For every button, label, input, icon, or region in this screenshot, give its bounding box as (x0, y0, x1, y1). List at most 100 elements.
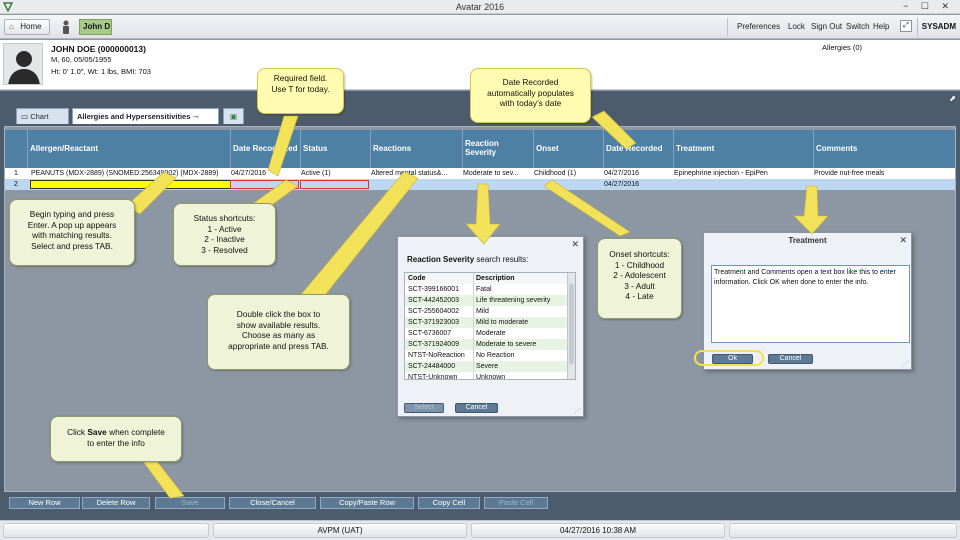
item-description: Severe (473, 361, 568, 372)
list-item[interactable]: SCT-255604002 Mild (405, 306, 568, 317)
save-button[interactable]: Save (155, 497, 225, 509)
item-description: Moderate to severe (473, 339, 568, 350)
item-code: SCT-371924009 (408, 341, 459, 348)
item-description: Mild to moderate (473, 317, 568, 328)
close-icon[interactable]: ✕ (571, 239, 579, 250)
scrollbar-thumb[interactable] (569, 284, 574, 364)
dialog-heading-rest: search results: (474, 255, 529, 264)
allergen-required-input[interactable] (30, 180, 231, 189)
cell-date-recognized[interactable]: 04/27/2016 (229, 168, 299, 179)
list-item[interactable]: SCT-6736007 Moderate (405, 328, 568, 339)
cell-severity[interactable]: Moderate to sev... (461, 168, 532, 179)
col-severity[interactable]: Reaction Severity (462, 130, 533, 168)
callout-onset-shortcuts: Onset shortcuts: 1 - Childhood 2 - Adole… (597, 238, 682, 319)
col-comments[interactable]: Comments (813, 130, 955, 168)
close-icon[interactable]: ✕ (899, 235, 907, 246)
callout-save: Click Save when complete to enter the in… (50, 416, 182, 462)
patient-vitals: Ht: 0' 1.0", Wt: 1 lbs, BMI: 703 (51, 67, 151, 76)
item-code: NTST-Unknown (408, 374, 458, 380)
item-code: NTST-NoReaction (408, 352, 465, 359)
window-controls[interactable]: − ☐ ✕ (903, 1, 954, 12)
item-code: SCT-399166001 (408, 286, 459, 293)
list-item[interactable]: SCT-371923003 Mild to moderate (405, 317, 568, 328)
col-treatment[interactable]: Treatment (673, 130, 813, 168)
results-scrollbar[interactable] (567, 273, 575, 379)
row-number: 1 (14, 170, 18, 177)
resize-grip-icon[interactable]: ⋰ (574, 407, 581, 415)
paste-cell-button[interactable]: Paste Cell (484, 497, 548, 509)
col-status[interactable]: Status (300, 130, 370, 168)
callout-date-recorded: Date Recorded automatically populates wi… (470, 68, 591, 123)
new-row-button[interactable]: New Row (9, 497, 80, 509)
list-item[interactable]: SCT-24484000 Severe (405, 361, 568, 372)
delete-row-button[interactable]: Delete Row (82, 497, 150, 509)
help-link[interactable]: Help (873, 22, 889, 31)
callout-begin-typing: Begin typing and press Enter. A pop up a… (9, 199, 135, 266)
select-button[interactable]: Select (404, 403, 444, 413)
status-required-input[interactable] (300, 180, 369, 189)
treatment-textarea[interactable]: Treatment and Comments open a text box l… (711, 265, 910, 343)
cell-date-recorded[interactable]: 04/27/2016 (602, 179, 672, 190)
list-item[interactable]: NTST-NoReaction No Reaction (405, 350, 568, 361)
pin-icon: ⊸ (192, 112, 199, 121)
tab-allergies[interactable]: Allergies and Hypersensitivities ⊸ (72, 108, 219, 124)
list-item[interactable]: SCT-371924009 Moderate to severe (405, 339, 568, 350)
home-icon: ⌂ (9, 22, 14, 31)
patient-demographics: M, 60, 05/05/1955 (51, 55, 112, 64)
cell-allergen[interactable]: PEANUTS (MDX-2889) (SNOMED:256349002) (M… (29, 168, 230, 179)
callout-save-pre: Click (67, 427, 88, 437)
expand-icon[interactable]: ⤢ (900, 20, 912, 32)
add-tab-button[interactable]: ▣ (223, 108, 244, 124)
cancel-button[interactable]: Cancel (455, 403, 498, 413)
cell-date-recorded[interactable]: 04/27/2016 (602, 168, 672, 179)
switch-link[interactable]: Switch (846, 22, 870, 31)
table-row[interactable]: 1 PEANUTS (MDX-2889) (SNOMED:256349002) … (5, 168, 955, 179)
list-item[interactable]: NTST-Unknown Unknown (405, 372, 568, 380)
avatar-silhouette-icon (8, 51, 40, 84)
dialog-heading-bold: Reaction Severity (407, 255, 475, 264)
tab-chart[interactable]: ▭ Chart (16, 108, 69, 124)
item-description: Mild (473, 306, 568, 317)
tab-chart-label: Chart (30, 112, 49, 121)
col-onset[interactable]: Onset (533, 130, 603, 168)
lock-link[interactable]: Lock (788, 22, 805, 31)
preferences-link[interactable]: Preferences (737, 22, 780, 31)
cell-treatment[interactable]: Epinephrine injection - EpiPen (672, 168, 812, 179)
copy-cell-button[interactable]: Copy Cell (418, 497, 480, 509)
table-row[interactable]: 2 04/27/2016 (5, 179, 955, 190)
home-button[interactable]: ⌂ Home (4, 19, 50, 35)
expand-arrow-icon[interactable]: ⬈ (949, 94, 956, 103)
dialog-title: Treatment (788, 236, 827, 245)
cell-onset[interactable]: Childhood (1) (532, 168, 602, 179)
cancel-button[interactable]: Cancel (768, 354, 813, 364)
col-date-recorded[interactable]: Date Recorded (603, 130, 673, 168)
col-date-recognized[interactable]: Date Recognized (230, 130, 300, 168)
status-bar: AVPM (UAT) 04/27/2016 10:38 AM (0, 520, 960, 540)
copy-paste-row-button[interactable]: Copy/Paste Row (320, 497, 414, 509)
item-description: Life threatening severity (473, 295, 568, 306)
cell-comments[interactable]: Provide nut-free meals (812, 168, 954, 179)
cell-reactions[interactable]: Altered mental status&... (369, 168, 461, 179)
date-recognized-required-input[interactable] (230, 180, 299, 189)
close-cancel-button[interactable]: Close/Cancel (229, 497, 316, 509)
callout-double-click: Double click the box to show available r… (207, 294, 350, 370)
item-code: SCT-6736007 (408, 330, 452, 337)
list-item[interactable]: SCT-399166001 Fatal (405, 284, 568, 295)
severity-search-dialog: ✕ Reaction Severity search results: Code… (397, 236, 584, 417)
status-segment (3, 523, 209, 538)
grid-header: Allergen/Reactant Date Recognized Status… (5, 130, 955, 168)
item-code: SCT-442452003 (408, 297, 459, 304)
list-item[interactable]: SCT-442452003 Life threatening severity (405, 295, 568, 306)
grid-actions: New Row Delete Row Save Close/Cancel Cop… (0, 497, 960, 511)
col-allergen[interactable]: Allergen/Reactant (27, 130, 230, 168)
sign-out-link[interactable]: Sign Out (811, 22, 842, 31)
resize-grip-icon[interactable]: ⋰ (902, 360, 909, 368)
item-code: SCT-24484000 (408, 363, 456, 370)
callout-status-shortcuts: Status shortcuts: 1 - Active 2 - Inactiv… (173, 203, 276, 266)
chart-icon: ▭ (21, 112, 29, 121)
callout-save-bold: Save (87, 427, 107, 437)
client-tab[interactable]: John D (79, 19, 112, 35)
col-reactions[interactable]: Reactions (370, 130, 462, 168)
results-header: Code Description (405, 273, 568, 284)
cell-status[interactable]: Active (1) (299, 168, 369, 179)
